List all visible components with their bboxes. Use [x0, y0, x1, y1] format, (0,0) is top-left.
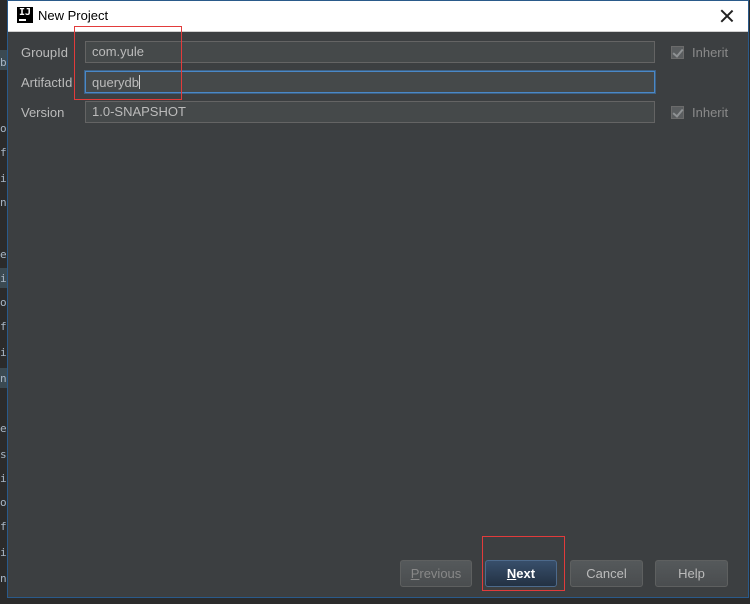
version-value: 1.0-SNAPSHOT — [92, 104, 186, 119]
text-caret — [138, 75, 140, 89]
next-mnemonic: N — [506, 566, 517, 581]
inherit-label: Inherit — [692, 45, 729, 60]
version-label: Version — [21, 105, 65, 120]
checkbox-checked-icon[interactable] — [671, 106, 684, 119]
group-id-field[interactable]: com.yule — [85, 41, 655, 63]
help-button[interactable]: Help — [655, 560, 728, 587]
editor-text: o — [0, 296, 7, 309]
next-label: ext — [516, 566, 536, 581]
group-id-label: GroupId — [21, 45, 68, 60]
editor-text: o — [0, 496, 7, 509]
close-icon[interactable] — [716, 5, 738, 27]
editor-text: e — [0, 248, 7, 261]
previous-button[interactable]: Previous — [400, 560, 472, 587]
editor-text: o — [0, 122, 7, 135]
editor-text: s — [0, 448, 7, 461]
inherit-label: Inherit — [692, 105, 729, 120]
editor-text: e — [0, 422, 7, 435]
dialog-title: New Project — [38, 8, 109, 23]
checkbox-checked-icon[interactable] — [671, 46, 684, 59]
title-bar[interactable]: IJ New Project — [8, 1, 748, 32]
intellij-idea-icon: IJ — [17, 7, 33, 23]
previous-label: revious — [419, 566, 462, 581]
artifact-id-field[interactable]: querydb — [85, 71, 655, 93]
new-project-dialog: IJ New Project GroupId com.yule Inherit … — [7, 0, 749, 598]
next-button[interactable]: Next — [485, 560, 557, 587]
editor-text: b — [0, 56, 7, 69]
group-id-value: com.yule — [92, 44, 145, 59]
artifact-id-label: ArtifactId — [21, 75, 73, 90]
version-field[interactable]: 1.0-SNAPSHOT — [85, 101, 655, 123]
artifact-id-value: querydb — [92, 75, 139, 90]
cancel-button[interactable]: Cancel — [570, 560, 643, 587]
